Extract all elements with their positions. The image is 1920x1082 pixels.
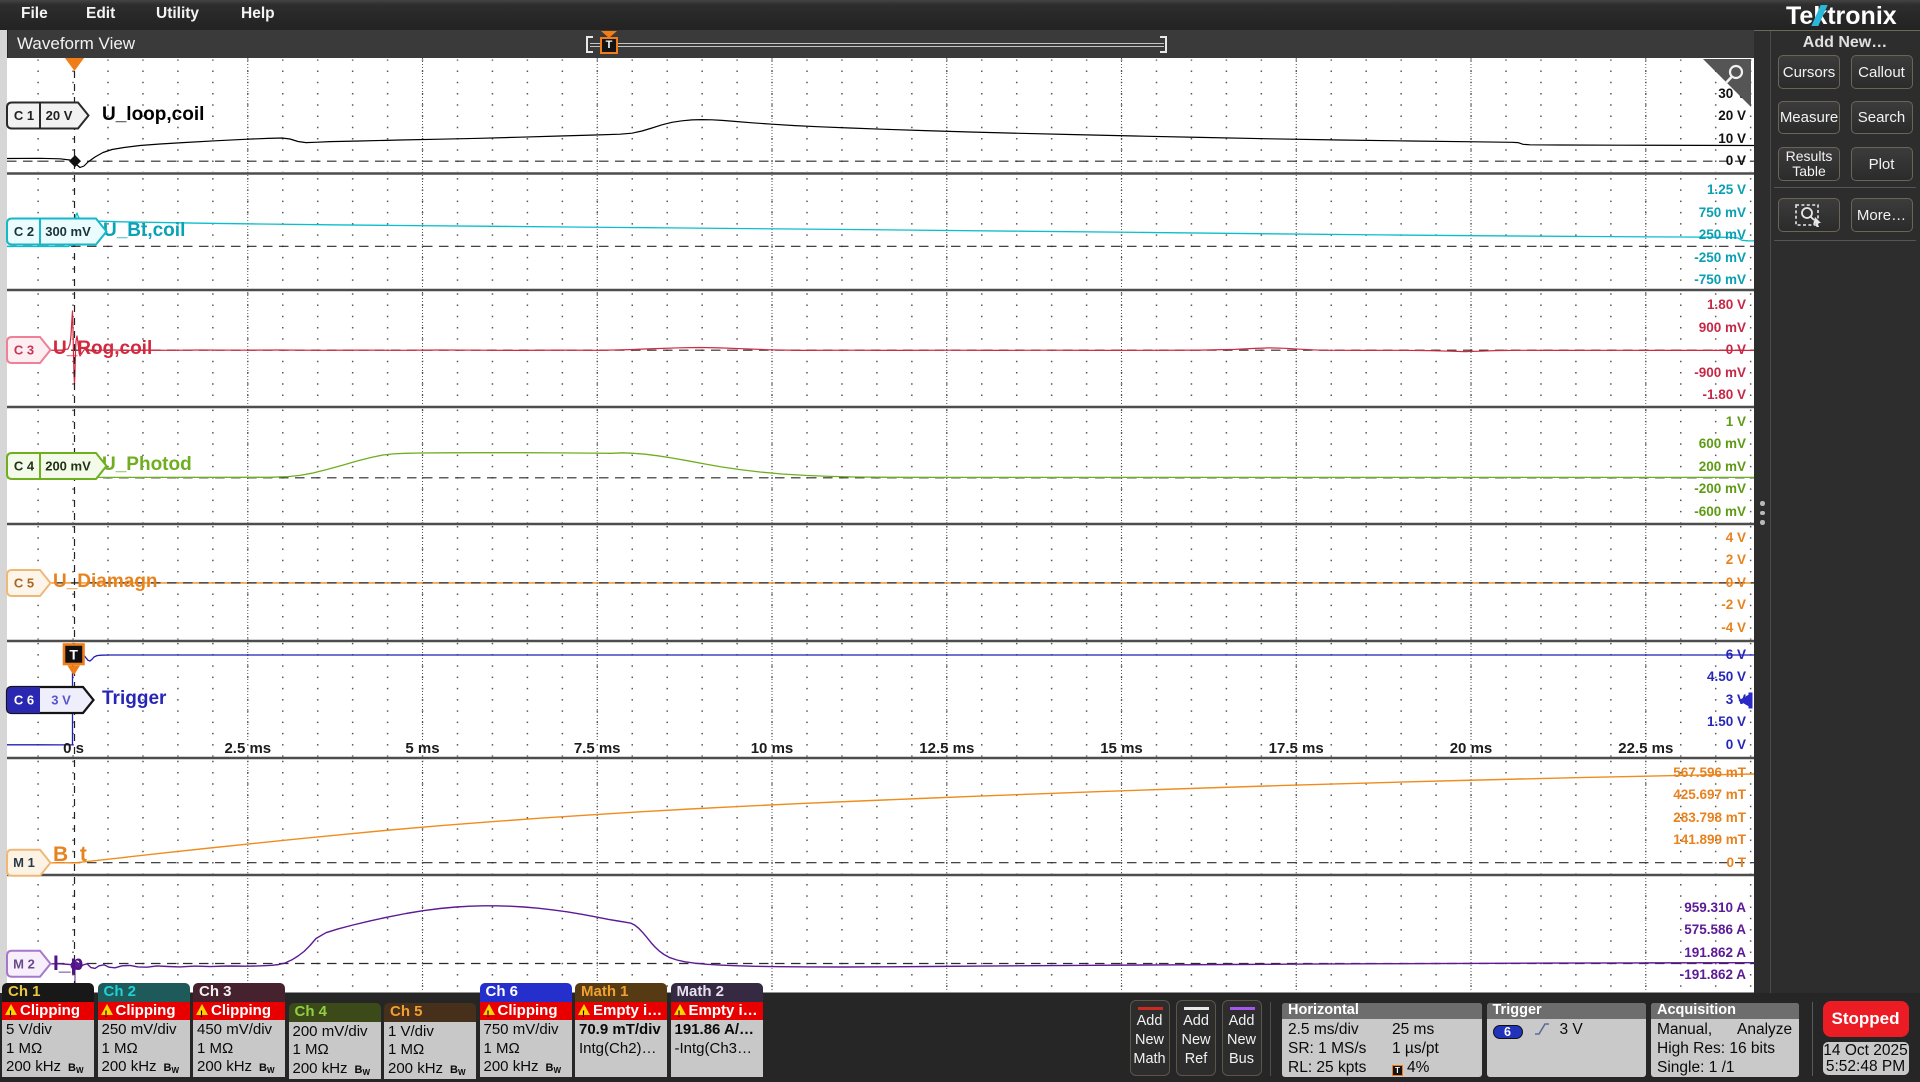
svg-text:20 V: 20 V: [46, 108, 73, 123]
svg-text:300 mV: 300 mV: [45, 224, 91, 239]
svg-text:C 2: C 2: [14, 224, 34, 239]
svg-text:M 1: M 1: [13, 855, 35, 870]
svg-text:C 3: C 3: [14, 343, 34, 358]
svg-text:C 6: C 6: [14, 693, 34, 708]
svg-text:C 1: C 1: [14, 108, 34, 123]
svg-text:3 V: 3 V: [51, 693, 71, 708]
svg-text:C 5: C 5: [14, 576, 34, 591]
svg-text:C 4: C 4: [14, 459, 35, 474]
svg-text:200 mV: 200 mV: [45, 459, 91, 474]
svg-text:M 2: M 2: [13, 956, 35, 971]
